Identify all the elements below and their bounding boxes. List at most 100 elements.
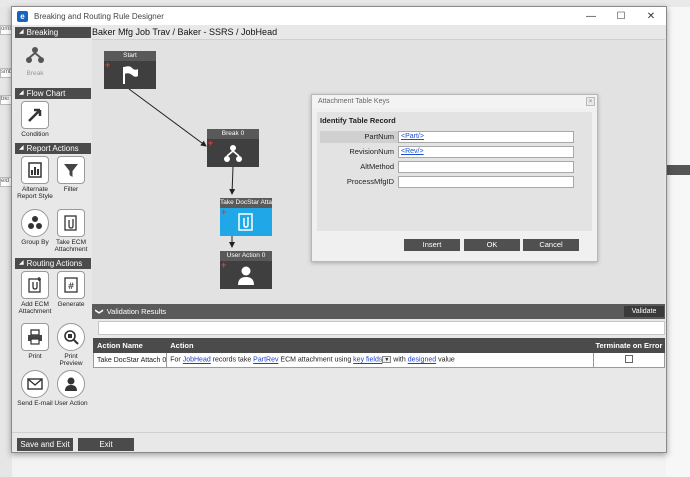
plus-icon[interactable]: + [208,139,213,148]
tool-label: Print Preview [59,353,83,367]
partrev-link[interactable]: PartRev [253,357,278,364]
branch-icon [21,40,49,68]
column-header: Terminate on Error [592,338,666,353]
cancel-button[interactable]: Cancel [523,239,579,251]
field-revisionnum: RevisionNum <Rev/> [320,146,589,158]
tool-alternate-report-style[interactable]: Alternate Report Style [17,156,53,200]
field-processmfgid: ProcessMfgID [320,176,589,188]
dropdown-icon[interactable]: ▼ [382,356,392,364]
action-name-cell: Take DocStar Attach 0 [92,352,168,368]
save-and-exit-button[interactable]: Save and Exit [17,438,73,451]
revisionnum-input[interactable]: <Rev/> [398,146,574,158]
partnum-input[interactable]: <Part/> [398,131,574,143]
ecm-attachment-icon [57,209,85,237]
toolbox-sidebar: ◢ Breaking Break ◢ Flow Chart Condition ◢ R… [15,27,91,427]
filter-icon [57,156,85,184]
key-fields-link[interactable]: key fields [353,357,382,364]
connector-start-break [128,88,207,147]
tool-send-email[interactable]: Send E-mail [17,370,53,407]
dialog-close-button[interactable]: × [586,97,595,106]
branch-icon [224,145,242,162]
tool-break[interactable]: Break [17,40,53,77]
tool-label: Group By [21,239,49,246]
tool-print[interactable]: Print [17,323,53,360]
tool-condition[interactable]: Condition [17,101,53,138]
field-label: AltMethod [360,162,394,171]
field-label: PartNum [320,131,398,143]
jobhead-link[interactable]: JobHead [183,357,211,364]
terminate-cell [592,352,666,368]
node-title: Take DocStar Attac [220,198,272,208]
footer-bar: Save and Exit Exit [12,432,666,452]
identify-table-record-panel: Identify Table Record PartNum <Part/> Re… [317,112,592,231]
tool-label: Print [28,353,42,360]
plus-icon[interactable]: + [221,208,226,217]
tool-print-preview[interactable]: Print Preview [53,323,89,367]
flow-chart-section: ◢ Flow Chart [15,88,91,99]
print-preview-icon [57,323,85,351]
generate-icon: # [57,271,85,299]
close-button[interactable]: ✕ [636,7,666,25]
breaking-section-header[interactable]: ◢ Breaking [15,27,91,38]
flag-icon [123,66,138,84]
node-user-action-0[interactable]: User Action 0 + [220,251,272,289]
ok-button[interactable]: OK [464,239,520,251]
print-icon [21,323,49,351]
node-title: Start [104,51,156,61]
title-bar[interactable]: e Breaking and Routing Rule Designer — ☐… [12,7,666,25]
validation-results-header[interactable]: ❯ Validation Results Validate [92,304,665,319]
user-icon [238,266,254,285]
field-altmethod: AltMethod [320,161,589,173]
window-title: Breaking and Routing Rule Designer [34,11,164,21]
email-icon [21,370,49,398]
column-header: Action [166,338,594,353]
flow-chart-section-header[interactable]: ◢ Flow Chart [15,88,91,99]
node-take-docstar-attach[interactable]: Take DocStar Attac + [220,198,272,236]
designed-link[interactable]: designed [408,357,436,364]
field-label: RevisionNum [349,147,394,156]
tool-group-by[interactable]: Group By [17,209,53,246]
field-label: ProcessMfgID [346,177,394,186]
action-description-cell: For JobHead records take PartRev ECM att… [166,352,594,368]
maximize-button[interactable]: ☐ [606,7,636,25]
condition-arrow-icon [21,101,49,129]
altmethod-input[interactable] [398,161,574,173]
terminate-on-error-checkbox[interactable] [624,355,633,363]
breaking-section: ◢ Breaking [15,27,91,38]
tool-label: Generate [57,301,85,308]
background-right-panel [666,7,690,477]
dialog-title-bar[interactable]: Attachment Table Keys × [312,95,597,108]
background-bar [666,165,690,175]
chevron-down-icon[interactable]: ❯ [92,308,107,315]
exit-button[interactable]: Exit [78,438,134,451]
table-row: Take DocStar Attach 0 For JobHead record… [92,352,666,368]
field-partnum: PartNum <Part/> [320,131,589,143]
tool-user-action[interactable]: User Action [53,370,89,407]
collapse-icon: ◢ [19,145,24,151]
tool-label: Filter [63,186,79,193]
report-actions-section-header[interactable]: ◢ Report Actions [15,143,91,154]
attachment-icon [238,213,253,231]
connector-break-take [229,166,236,195]
plus-icon[interactable]: + [105,61,110,70]
column-header: Action Name [92,338,168,353]
node-start[interactable]: Start + [104,51,156,89]
plus-icon[interactable]: + [221,261,226,270]
validation-results-title: Validation Results [106,307,167,316]
node-title: Break 0 [207,129,259,139]
validation-message-area [98,321,665,335]
insert-button[interactable]: Insert [404,239,460,251]
node-title: User Action 0 [220,251,272,261]
routing-actions-section-header[interactable]: ◢ Routing Actions [15,258,91,269]
tool-generate[interactable]: # Generate [53,271,89,308]
tool-take-ecm-attachment[interactable]: Take ECM Attachment [53,209,89,253]
processmfgid-input[interactable] [398,176,574,188]
minimize-button[interactable]: — [576,7,606,25]
routing-actions-section: ◢ Routing Actions [15,258,91,269]
tool-filter[interactable]: Filter [53,156,89,193]
collapse-icon: ◢ [19,90,24,96]
rule-designer-window: e Breaking and Routing Rule Designer — ☐… [11,6,667,453]
validate-button[interactable]: Validate [624,306,664,317]
tool-add-ecm-attachment[interactable]: Add ECM Attachment [17,271,53,315]
node-break-0[interactable]: Break 0 + [207,129,259,167]
